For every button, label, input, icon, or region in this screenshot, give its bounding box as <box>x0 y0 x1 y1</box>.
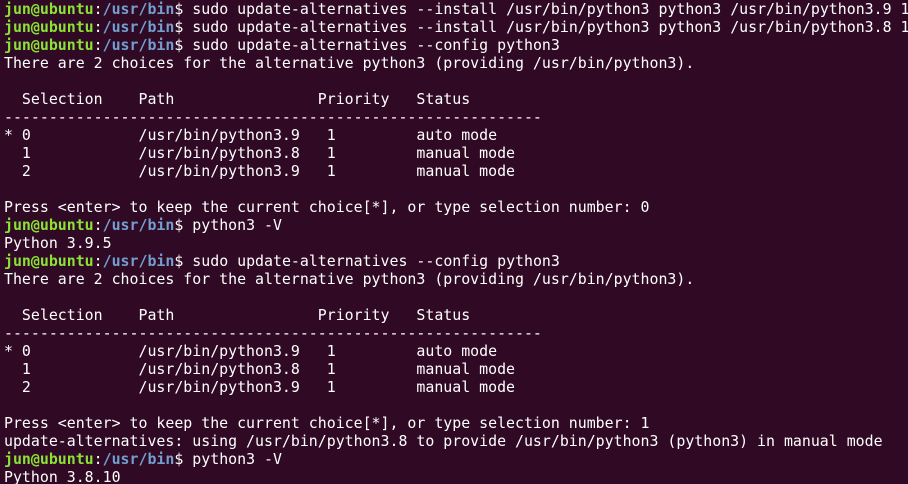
command-text: sudo update-alternatives --config python… <box>192 252 560 270</box>
output-line: Press <enter> to keep the current choice… <box>4 198 650 216</box>
prompt-colon: : <box>93 0 103 18</box>
output-line: Python 3.8.10 <box>4 468 121 484</box>
output-line: There are 2 choices for the alternative … <box>4 54 695 72</box>
output-line: Selection Path Priority Status <box>4 306 471 324</box>
command-text: python3 -V <box>192 216 282 234</box>
prompt-cwd: /usr/bin <box>102 450 175 468</box>
output-line: Selection Path Priority Status <box>4 90 471 108</box>
prompt-user-host: jun@ubuntu <box>4 0 94 18</box>
prompt-user-host: jun@ubuntu <box>4 252 94 270</box>
command-text: sudo update-alternatives --install /usr/… <box>192 0 908 18</box>
output-line: ----------------------------------------… <box>4 108 542 126</box>
prompt-line: jun@ubuntu:/usr/bin$ sudo update-alterna… <box>0 0 908 18</box>
prompt-cwd: /usr/bin <box>102 0 175 18</box>
prompt-line: jun@ubuntu:/usr/bin$ python3 -V <box>0 450 908 468</box>
prompt-dollar: $ <box>174 36 193 54</box>
prompt-user-host: jun@ubuntu <box>4 18 94 36</box>
prompt-user-host: jun@ubuntu <box>4 216 94 234</box>
prompt-dollar: $ <box>174 216 193 234</box>
output-line: 2 /usr/bin/python3.9 1 manual mode <box>4 162 516 180</box>
prompt-colon: : <box>93 216 103 234</box>
prompt-cwd: /usr/bin <box>102 36 175 54</box>
output-line: ----------------------------------------… <box>4 324 542 342</box>
output-line: update-alternatives: using /usr/bin/pyth… <box>4 432 883 450</box>
prompt-dollar: $ <box>174 18 193 36</box>
prompt-user-host: jun@ubuntu <box>4 450 94 468</box>
prompt-cwd: /usr/bin <box>102 216 175 234</box>
output-line: 2 /usr/bin/python3.9 1 manual mode <box>4 378 516 396</box>
prompt-colon: : <box>93 36 103 54</box>
command-text: python3 -V <box>192 450 282 468</box>
command-text: sudo update-alternatives --config python… <box>192 36 560 54</box>
output-line: Press <enter> to keep the current choice… <box>4 414 650 432</box>
prompt-colon: : <box>93 18 103 36</box>
prompt-dollar: $ <box>174 0 193 18</box>
prompt-cwd: /usr/bin <box>102 18 175 36</box>
prompt-dollar: $ <box>174 450 193 468</box>
prompt-colon: : <box>93 450 103 468</box>
terminal-window[interactable]: jun@ubuntu:/usr/bin$ sudo update-alterna… <box>0 0 908 484</box>
output-line: 1 /usr/bin/python3.8 1 manual mode <box>4 360 516 378</box>
output-line: Python 3.9.5 <box>4 234 112 252</box>
prompt-line: jun@ubuntu:/usr/bin$ sudo update-alterna… <box>0 252 908 270</box>
prompt-line: jun@ubuntu:/usr/bin$ sudo update-alterna… <box>0 18 908 36</box>
prompt-user-host: jun@ubuntu <box>4 36 94 54</box>
output-line: There are 2 choices for the alternative … <box>4 270 695 288</box>
output-line: 1 /usr/bin/python3.8 1 manual mode <box>4 144 516 162</box>
prompt-line: jun@ubuntu:/usr/bin$ python3 -V <box>0 216 908 234</box>
output-line: * 0 /usr/bin/python3.9 1 auto mode <box>4 342 498 360</box>
prompt-dollar: $ <box>174 252 193 270</box>
output-line: * 0 /usr/bin/python3.9 1 auto mode <box>4 126 498 144</box>
prompt-colon: : <box>93 252 103 270</box>
prompt-line: jun@ubuntu:/usr/bin$ sudo update-alterna… <box>0 36 908 54</box>
command-text: sudo update-alternatives --install /usr/… <box>192 18 908 36</box>
prompt-cwd: /usr/bin <box>102 252 175 270</box>
